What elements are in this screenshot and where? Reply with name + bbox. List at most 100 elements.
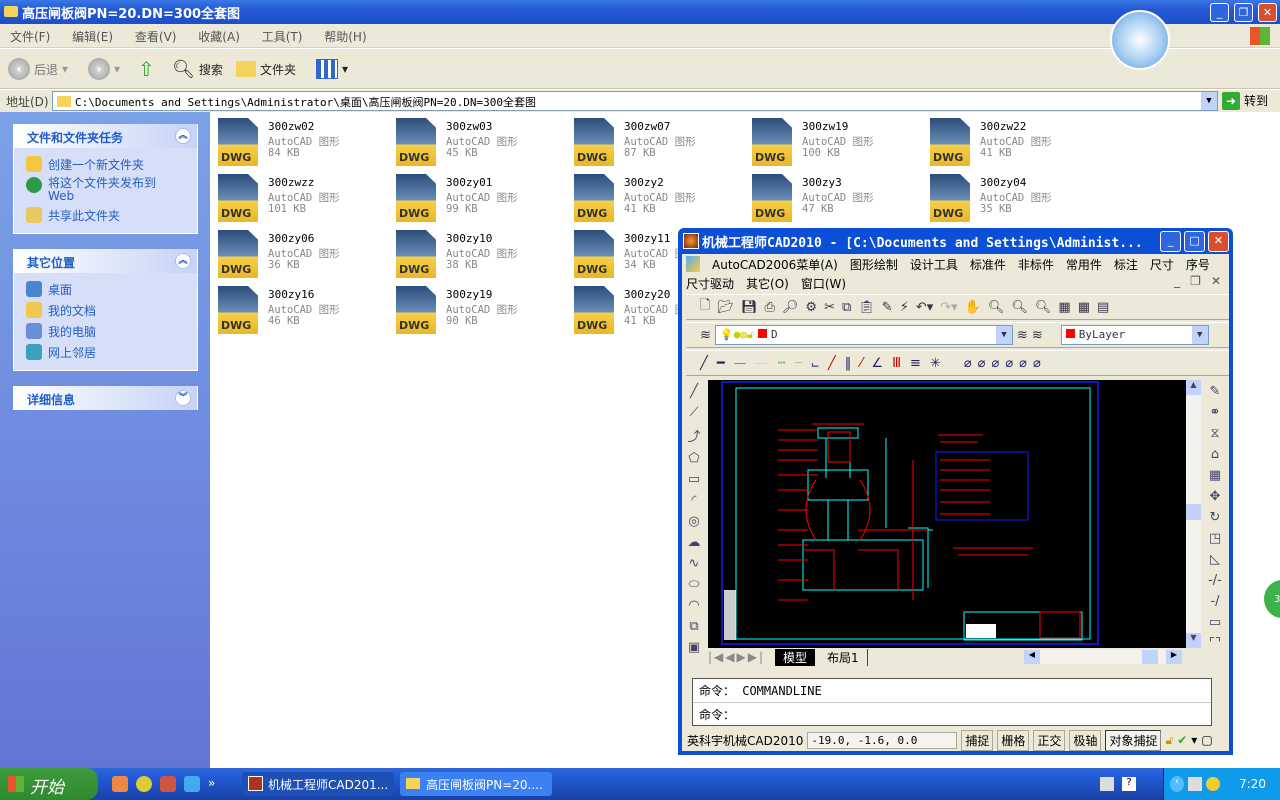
ellipse-arc-icon[interactable]: ◠ xyxy=(688,598,699,613)
tab-nav-arrows[interactable]: |◀◀▶▶| xyxy=(708,650,765,664)
cad-menu-item[interactable]: 标准件 xyxy=(970,256,1006,273)
quicklaunch-browser-icon[interactable] xyxy=(184,776,200,792)
tab-model[interactable]: 模型 xyxy=(775,648,816,666)
horizontal-scrollbar[interactable]: ◀ ▶ xyxy=(1024,650,1182,664)
task-new-folder[interactable]: 创建一个新文件夹 xyxy=(14,154,197,175)
details-header[interactable]: 详细信息 ︾ xyxy=(14,386,197,410)
scroll-right-arrow[interactable]: ▶ xyxy=(1166,650,1182,664)
task-publish-web[interactable]: 将这个文件夹发布到 Web xyxy=(14,175,197,205)
file-item[interactable]: DWG 300zw19 AutoCAD 图形 100 KB xyxy=(752,118,922,168)
views-button[interactable]: ▾ xyxy=(316,57,348,81)
equal-icon[interactable]: ≡ xyxy=(910,356,921,371)
redo-icon[interactable]: ↷▾ xyxy=(940,300,957,315)
center-line-icon[interactable]: — xyxy=(734,356,747,371)
place-desktop[interactable]: 桌面 xyxy=(14,279,197,300)
copy-object-icon[interactable]: ⚭ xyxy=(1210,405,1221,420)
file-item[interactable]: DWG 300zy2 AutoCAD 图形 41 KB xyxy=(574,174,744,224)
cloud-icon[interactable]: ☁︎ xyxy=(688,535,701,550)
quicklaunch-app-icon[interactable] xyxy=(112,776,128,792)
cad-minimize-button[interactable]: _ xyxy=(1160,231,1181,252)
place-network[interactable]: 网上邻居 xyxy=(14,342,197,363)
quicklaunch-add-icon[interactable] xyxy=(136,776,152,792)
expand-icon[interactable]: ︾ xyxy=(175,390,191,406)
minimize-button[interactable]: _ xyxy=(1210,3,1229,22)
cad-menu-item[interactable]: 尺寸驱动 xyxy=(686,275,734,292)
axis-icon[interactable]: ‖ xyxy=(845,356,852,371)
taskbar-item-cad[interactable]: 机械工程师CAD201... xyxy=(242,772,394,796)
zoom-realtime-icon[interactable]: 🔍︎ xyxy=(988,300,1005,315)
tab-layout1[interactable]: 布局1 xyxy=(819,648,868,666)
rectangle-icon[interactable]: ▭ xyxy=(688,472,700,487)
extend-icon[interactable]: -/ xyxy=(1210,594,1219,609)
taskbar-item-explorer[interactable]: 高压闸板阀PN=20.... xyxy=(400,772,552,796)
polyline-icon[interactable]: ⤴ xyxy=(687,426,700,445)
file-item[interactable]: DWG 300zwzz AutoCAD 图形 101 KB xyxy=(218,174,388,224)
line-tool-icon[interactable]: ╱ xyxy=(700,356,708,371)
trim-icon[interactable]: -/- xyxy=(1208,573,1222,588)
undo-icon[interactable]: ↶▾ xyxy=(916,300,933,315)
keyboard-icon[interactable] xyxy=(1100,777,1114,791)
file-item[interactable]: DWG 300zy06 AutoCAD 图形 36 KB xyxy=(218,230,388,280)
spline-icon[interactable]: ∿ xyxy=(689,556,700,571)
break-icon[interactable]: ╱ xyxy=(828,356,836,371)
task-share-folder[interactable]: 共享此文件夹 xyxy=(14,205,197,226)
back-button[interactable]: ‹ 后退 ▾ xyxy=(8,57,68,81)
toggle-ortho[interactable]: 正交 xyxy=(1033,729,1066,751)
layer-manager-icon[interactable]: ≋ xyxy=(700,328,711,343)
construction-line-icon[interactable]: ⟋ xyxy=(689,405,698,420)
tray-expand-icon[interactable]: ‹ xyxy=(1170,776,1184,792)
properties-icon[interactable]: ▦ xyxy=(1058,300,1070,315)
menu-help[interactable]: 帮助(H) xyxy=(324,30,366,44)
color-dropdown[interactable]: ByLayer ▼ xyxy=(1060,325,1209,345)
match-properties-icon[interactable]: ✎ xyxy=(882,300,893,315)
zoom-previous-icon[interactable]: 🔍︎ xyxy=(1035,300,1052,315)
forward-button[interactable]: › ▾ xyxy=(88,57,120,81)
other-places-header[interactable]: 其它位置 ︽ xyxy=(14,249,197,273)
angle-icon[interactable]: ∠ xyxy=(871,356,883,371)
cad-close-button[interactable]: ✕ xyxy=(1208,231,1229,252)
clean-screen-icon[interactable]: ▢ xyxy=(1201,733,1212,747)
cut-icon[interactable]: ✂ xyxy=(824,300,835,315)
folders-button[interactable]: 文件夹 xyxy=(236,57,296,81)
help-icon[interactable]: ? xyxy=(1122,777,1136,791)
dash-line-icon[interactable]: ┅ xyxy=(778,356,786,371)
file-item[interactable]: DWG 300zy01 AutoCAD 图形 99 KB xyxy=(396,174,566,224)
break-icon[interactable]: ▭ xyxy=(1209,615,1221,630)
vertical-scrollbar[interactable]: ▲ ▼ xyxy=(1186,380,1201,648)
file-item[interactable]: DWG 300zy04 AutoCAD 图形 35 KB xyxy=(930,174,1100,224)
drawing-canvas[interactable] xyxy=(708,380,1186,648)
scroll-down-arrow[interactable]: ▼ xyxy=(1186,633,1201,648)
tray-app-icon[interactable] xyxy=(1206,777,1220,791)
cad-menu-item[interactable]: 窗口(W) xyxy=(801,275,846,292)
make-block-icon[interactable]: ▣ xyxy=(688,640,700,655)
snap-center-icon[interactable]: ✳ xyxy=(930,356,941,371)
line-icon[interactable]: ╱ xyxy=(690,384,698,399)
hidden-line-icon[interactable]: — xyxy=(756,356,769,371)
toggle-grid[interactable]: 栅格 xyxy=(997,729,1030,751)
layer-previous-icon[interactable]: ≋ xyxy=(1032,328,1043,343)
mdi-close-button[interactable]: ✕ xyxy=(1211,274,1221,288)
rotate-icon[interactable]: ↻ xyxy=(1210,510,1221,525)
tool-palette-icon[interactable]: ▤ xyxy=(1097,300,1109,315)
copy-icon[interactable]: ⧉ xyxy=(842,300,851,315)
cad-menu-item[interactable]: 标注 xyxy=(1114,256,1138,273)
menu-file[interactable]: 文件(F) xyxy=(10,30,50,44)
cad-menu-item[interactable]: 设计工具 xyxy=(910,256,958,273)
hatch-icon[interactable]: Ⅲ xyxy=(892,356,901,371)
maximize-button[interactable]: ❐ xyxy=(1234,3,1253,22)
file-item[interactable]: DWG 300zy19 AutoCAD 图形 90 KB xyxy=(396,286,566,336)
zoom-window-icon[interactable]: 🔍︎ xyxy=(1011,300,1028,315)
step-icon[interactable]: ⨽ xyxy=(811,356,819,371)
mdi-restore-button[interactable]: ❐ xyxy=(1190,274,1201,288)
file-item[interactable]: DWG 300zw07 AutoCAD 图形 87 KB xyxy=(574,118,744,168)
file-item[interactable]: DWG 300zy10 AutoCAD 图形 38 KB xyxy=(396,230,566,280)
scroll-thumb[interactable] xyxy=(1186,504,1201,520)
quicklaunch-tool-icon[interactable] xyxy=(160,776,176,792)
collapse-icon[interactable]: ︽ xyxy=(175,128,191,144)
status-menu-arrow[interactable]: ▾ xyxy=(1191,733,1197,747)
pan-icon[interactable]: ✋ xyxy=(965,300,981,315)
cad-menu-item[interactable]: 尺寸 xyxy=(1150,256,1174,273)
erase-icon[interactable]: ✎ xyxy=(1210,384,1221,399)
preview-icon[interactable]: 🔎︎ xyxy=(782,300,799,315)
move-icon[interactable]: ✥ xyxy=(1210,489,1221,504)
